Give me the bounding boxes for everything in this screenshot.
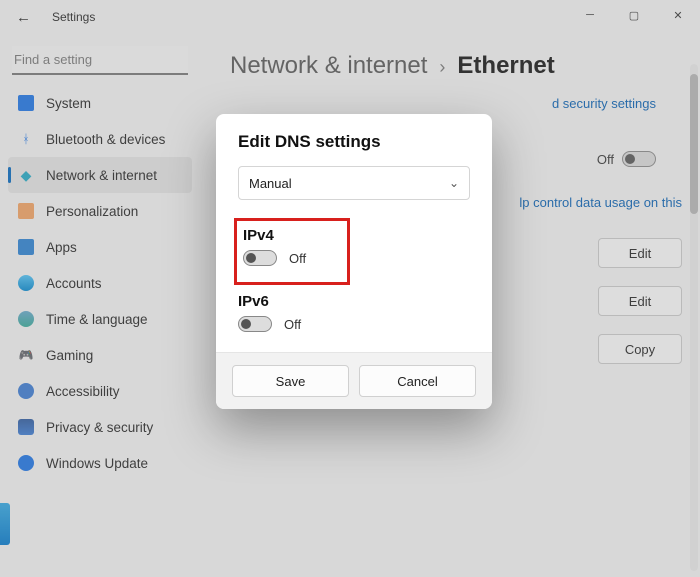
window-title: Settings: [52, 10, 95, 24]
maximize-button[interactable]: ▢: [612, 0, 656, 30]
dialog-title: Edit DNS settings: [216, 114, 492, 166]
sidebar-item-network[interactable]: ◆Network & internet: [8, 157, 192, 193]
ipv6-toggle[interactable]: [238, 316, 272, 332]
sidebar-item-accounts[interactable]: Accounts: [8, 265, 192, 301]
sidebar-item-update[interactable]: Windows Update: [8, 445, 192, 481]
ipv4-toggle[interactable]: [243, 250, 277, 266]
accessibility-icon: [18, 383, 34, 399]
ipv6-heading: IPv6: [238, 293, 470, 310]
gaming-icon: 🎮: [18, 347, 34, 363]
globe-icon: [18, 311, 34, 327]
minimize-button[interactable]: ─: [568, 0, 612, 30]
accent-sliver: [0, 503, 10, 545]
edit-button-2[interactable]: Edit: [598, 286, 682, 316]
system-icon: [18, 95, 34, 111]
window-controls: ─ ▢ ✕: [568, 0, 700, 30]
sidebar-item-personalization[interactable]: Personalization: [8, 193, 192, 229]
copy-button[interactable]: Copy: [598, 334, 682, 364]
security-settings-link[interactable]: d security settings: [230, 96, 682, 111]
sidebar-item-privacy[interactable]: Privacy & security: [8, 409, 192, 445]
close-button[interactable]: ✕: [656, 0, 700, 30]
save-button[interactable]: Save: [232, 365, 349, 397]
dns-mode-dropdown[interactable]: Manual ⌄: [238, 166, 470, 200]
metered-off-label: Off: [597, 152, 614, 167]
annotation-highlight: IPv4 Off: [234, 218, 350, 285]
back-icon[interactable]: ←: [16, 9, 34, 26]
edit-dns-dialog: Edit DNS settings Manual ⌄ IPv4 Off IPv6…: [216, 114, 492, 409]
bluetooth-icon: ᚼ: [18, 131, 34, 147]
person-icon: [18, 275, 34, 291]
sidebar-item-gaming[interactable]: 🎮Gaming: [8, 337, 192, 373]
apps-icon: [18, 239, 34, 255]
sidebar-item-system[interactable]: System: [8, 85, 192, 121]
cancel-button[interactable]: Cancel: [359, 365, 476, 397]
update-icon: [18, 455, 34, 471]
sidebar: Find a setting System ᚼBluetooth & devic…: [0, 34, 200, 577]
chevron-down-icon: ⌄: [449, 176, 459, 190]
ipv4-state: Off: [289, 251, 306, 266]
brush-icon: [18, 203, 34, 219]
breadcrumb-current: Ethernet: [457, 52, 554, 80]
sidebar-item-accessibility[interactable]: Accessibility: [8, 373, 192, 409]
shield-icon: [18, 419, 34, 435]
wifi-icon: ◆: [18, 167, 34, 183]
chevron-right-icon: ›: [439, 57, 445, 78]
edit-button-1[interactable]: Edit: [598, 238, 682, 268]
dns-mode-value: Manual: [249, 176, 292, 191]
ipv4-heading: IPv4: [243, 227, 337, 244]
sidebar-item-bluetooth[interactable]: ᚼBluetooth & devices: [8, 121, 192, 157]
sidebar-item-apps[interactable]: Apps: [8, 229, 192, 265]
breadcrumb: Network & internet › Ethernet: [230, 52, 682, 80]
breadcrumb-parent[interactable]: Network & internet: [230, 52, 427, 80]
metered-toggle[interactable]: [622, 151, 656, 167]
settings-window: ← Settings ─ ▢ ✕ Find a setting System ᚼ…: [0, 0, 700, 577]
ipv6-state: Off: [284, 317, 301, 332]
scrollbar[interactable]: [690, 64, 698, 571]
sidebar-item-time[interactable]: Time & language: [8, 301, 192, 337]
search-input[interactable]: Find a setting: [12, 46, 188, 75]
